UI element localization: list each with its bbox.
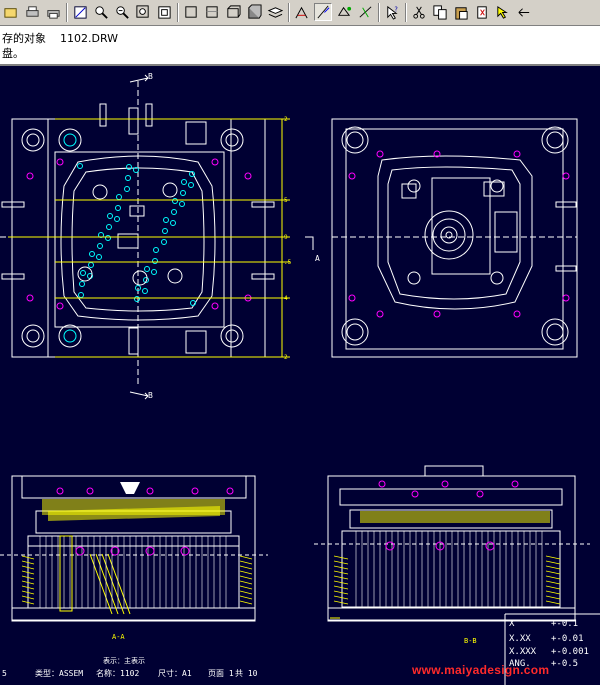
toolbar-separator xyxy=(378,3,380,22)
dim-text: 5 xyxy=(284,197,288,204)
dim-text: 4 xyxy=(284,295,288,302)
tolerance-table: X +-0.1 X.XX +-0.01 X.XXX +-0.001 ANG. +… xyxy=(509,619,589,669)
no-hidden-icon[interactable] xyxy=(224,3,242,21)
tol-val: +-0.001 xyxy=(551,647,589,657)
title-of: 共 10 xyxy=(235,669,258,678)
drawing-canvas[interactable]: 2 5 9 .5 4 2 B B A A-A B-B 表示：主表示 类型：ASS… xyxy=(0,66,600,685)
title-name: 名称：1102 xyxy=(96,668,139,678)
left-dimension-column xyxy=(8,118,290,358)
tol-fmt: X.XX xyxy=(509,634,531,644)
section-a-details xyxy=(42,482,225,615)
open-file-icon[interactable] xyxy=(2,3,20,21)
draft-line-icon[interactable] xyxy=(314,3,332,21)
toolbar-separator xyxy=(177,3,179,22)
dim-text: .5 xyxy=(284,259,292,266)
section-marker-top: B xyxy=(148,72,153,81)
tol-val: +-0.01 xyxy=(551,634,584,644)
copy-icon[interactable] xyxy=(431,3,449,21)
message-area: 存的对象 1102.DRW 盘。 xyxy=(0,26,600,66)
draft-edit-icon[interactable] xyxy=(293,3,311,21)
left-fragment: 5 xyxy=(2,669,7,678)
refit-icon[interactable] xyxy=(155,3,173,21)
print-icon[interactable] xyxy=(23,3,41,21)
toolbar-separator xyxy=(66,3,68,22)
zoom-window-icon[interactable] xyxy=(134,3,152,21)
section-b-label: B-B xyxy=(464,637,477,645)
delete-icon[interactable] xyxy=(473,3,491,21)
message-line-2: 盘。 xyxy=(2,47,24,60)
title-size: 尺寸：A1 xyxy=(158,668,192,678)
section-marker-bottom: B xyxy=(148,391,153,400)
svg-text:?: ? xyxy=(394,6,398,14)
title-page: 页面 1 xyxy=(208,669,234,678)
section-a-label: A-A xyxy=(112,633,125,641)
dimension-texts: 2 5 9 .5 4 2 xyxy=(284,116,292,361)
help-pointer-icon[interactable]: ? xyxy=(383,3,401,21)
title-block-display: 表示：主表示 xyxy=(103,656,145,665)
tol-val: +-0.5 xyxy=(551,659,578,669)
zoom-out-icon[interactable] xyxy=(113,3,131,21)
hidden-line-icon[interactable] xyxy=(203,3,221,21)
view-marker-a: A xyxy=(315,254,320,263)
right-view-holes xyxy=(341,126,570,346)
toolbar-separator xyxy=(405,3,407,22)
cut-icon[interactable] xyxy=(410,3,428,21)
message-line-1: 存的对象 1102.DRW xyxy=(2,32,119,45)
print-setup-icon[interactable] xyxy=(44,3,62,21)
tol-fmt: X.XXX xyxy=(509,647,537,657)
undo-arrow-icon[interactable] xyxy=(515,3,533,21)
datum-plane-icon[interactable] xyxy=(335,3,353,21)
dim-text: 9 xyxy=(284,234,288,241)
datum-axis-icon[interactable] xyxy=(356,3,374,21)
paste-icon[interactable] xyxy=(452,3,470,21)
title-block: 类型：ASSEM 名称：1102 尺寸：A1 页面 1 共 10 xyxy=(35,668,258,678)
left-view-holes xyxy=(21,128,252,348)
tol-fmt: X xyxy=(509,619,515,629)
toolbar-separator xyxy=(288,3,290,22)
zoom-in-icon[interactable] xyxy=(92,3,110,21)
top-view-right xyxy=(331,118,578,358)
shading-icon[interactable] xyxy=(245,3,263,21)
tol-val: +-0.1 xyxy=(551,619,578,629)
repaint-icon[interactable] xyxy=(71,3,89,21)
dim-text: 2 xyxy=(284,354,288,361)
main-toolbar: ? xyxy=(0,0,600,26)
dim-text: 2 xyxy=(284,116,288,123)
watermark: www.maiyadesign.com xyxy=(412,663,550,677)
layers-icon[interactable] xyxy=(266,3,284,21)
select-icon[interactable] xyxy=(494,3,512,21)
title-type: 类型：ASSEM xyxy=(35,668,83,678)
wireframe-icon[interactable] xyxy=(182,3,200,21)
